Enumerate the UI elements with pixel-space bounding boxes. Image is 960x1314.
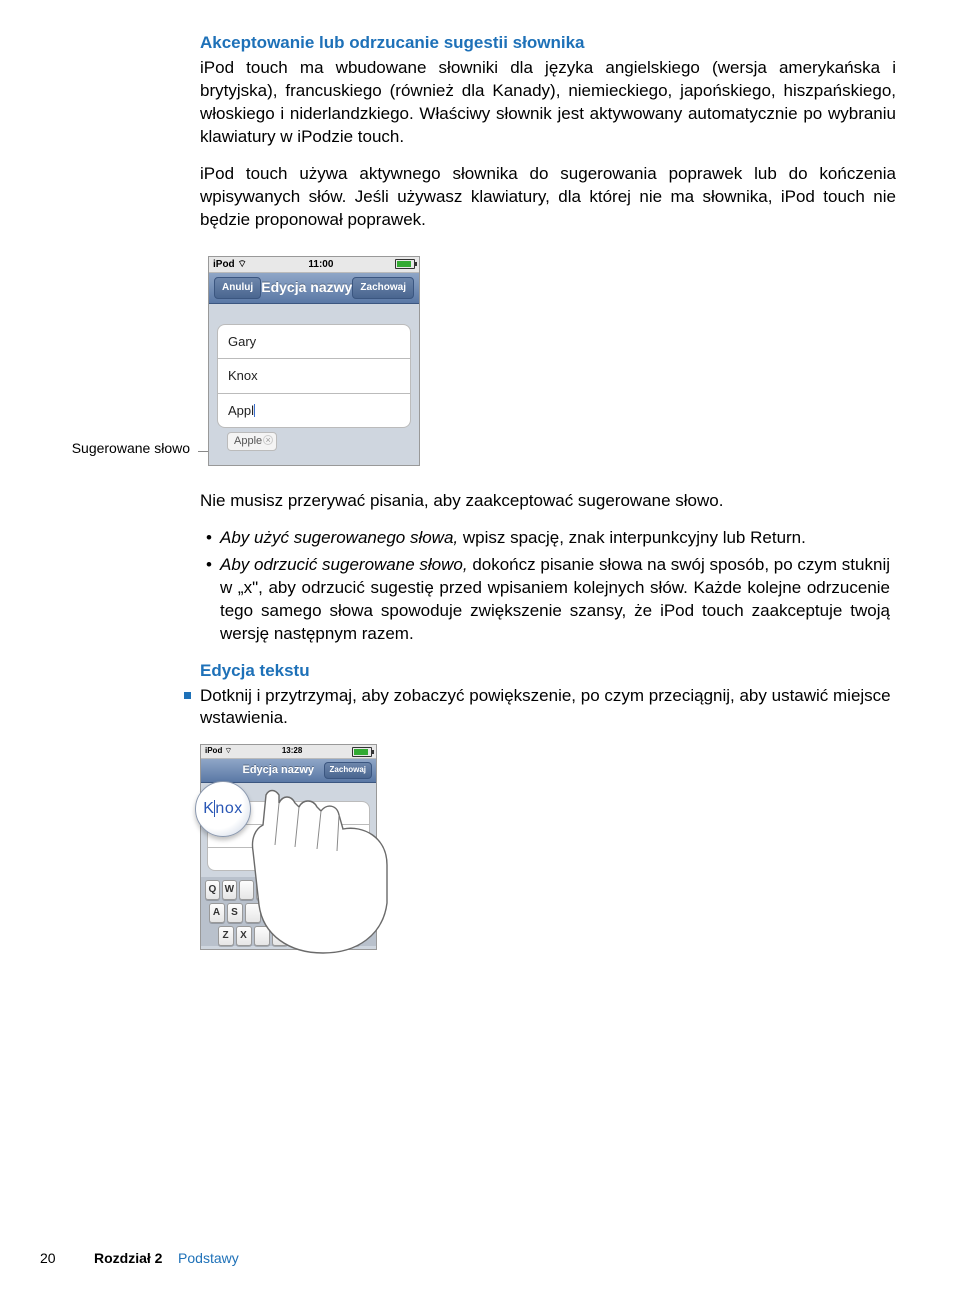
ipod-screenshot-suggestion: iPod ⌔ 11:00 Anuluj Edycja nazwy Zachowa… — [208, 256, 420, 466]
key[interactable] — [256, 880, 271, 900]
bullet-reject: Aby odrzucić sugerowane słowo, dokończ p… — [212, 554, 890, 646]
bullet-lead: Aby odrzucić sugerowane słowo, — [220, 555, 468, 574]
key[interactable]: O — [340, 880, 355, 900]
key[interactable] — [290, 880, 305, 900]
status-time: 11:00 — [308, 258, 333, 272]
battery-icon — [352, 747, 372, 757]
key[interactable] — [335, 903, 351, 923]
key[interactable] — [344, 926, 360, 946]
figure-caption-suggested-word: Sugerowane słowo — [20, 439, 198, 466]
loupe-text: Knox — [203, 798, 242, 820]
key[interactable] — [245, 903, 261, 923]
figure-edit-text: iPod ⌔ 13:28 Edycja nazwy Zachowaj Knox … — [200, 744, 900, 950]
dismiss-suggestion-icon[interactable]: × — [263, 435, 273, 445]
suggestion-text: Apple — [234, 435, 262, 447]
key[interactable] — [254, 926, 270, 946]
key[interactable] — [272, 926, 288, 946]
save-button[interactable]: Zachowaj — [352, 277, 414, 299]
key[interactable] — [273, 880, 288, 900]
cancel-button[interactable]: Anuluj — [214, 277, 261, 299]
key[interactable] — [299, 903, 315, 923]
key[interactable] — [263, 903, 279, 923]
wifi-icon: ⌔ — [237, 259, 246, 270]
status-time: 13:28 — [282, 746, 302, 757]
key[interactable] — [326, 926, 342, 946]
status-bar: iPod ⌔ 11:00 — [209, 257, 419, 274]
key[interactable]: X — [236, 926, 252, 946]
figure-suggestion: Sugerowane słowo iPod ⌔ 11:00 Anuluj Edy… — [20, 256, 900, 466]
key[interactable] — [306, 880, 321, 900]
key[interactable]: P — [357, 880, 372, 900]
nav-bar: Anuluj Edycja nazwy Zachowaj — [209, 273, 419, 304]
paragraph-dictionary-usage: iPod touch używa aktywnego słownika do s… — [200, 163, 896, 232]
kb-row-3: Z X — [205, 926, 372, 946]
battery-icon — [395, 259, 415, 269]
page-number: 20 — [40, 1249, 70, 1268]
section-heading-dictionary: Akceptowanie lub odrzucanie sugestii sło… — [200, 32, 900, 55]
autocorrect-suggestion[interactable]: Apple × — [227, 432, 277, 451]
first-name-field[interactable]: Gary — [217, 324, 411, 359]
status-bar: iPod ⌔ 13:28 — [201, 745, 376, 759]
caption-leader-line — [198, 451, 208, 452]
page-footer: 20 Rozdział 2 Podstawy — [40, 1243, 900, 1268]
key[interactable] — [290, 926, 306, 946]
text-loupe: Knox — [195, 781, 251, 837]
kb-row-2: A S — [205, 903, 372, 923]
key[interactable]: W — [222, 880, 237, 900]
company-field[interactable]: Appl — [217, 394, 411, 429]
nav-bar: Edycja nazwy Zachowaj — [201, 759, 376, 783]
paragraph-dictionary-intro: iPod touch ma wbudowane słowniki dla jęz… — [200, 57, 896, 149]
kb-row-1: Q W O P — [205, 880, 372, 900]
save-button[interactable]: Zachowaj — [324, 762, 372, 779]
chapter-label: Rozdział 2 — [94, 1250, 162, 1266]
key[interactable]: S — [227, 903, 243, 923]
key[interactable] — [281, 903, 297, 923]
key[interactable]: Z — [218, 926, 234, 946]
last-name-field[interactable]: Knox — [217, 358, 411, 394]
section-heading-edit-text: Edycja tekstu — [200, 660, 900, 683]
bullet-rest: wpisz spację, znak interpunkcyjny lub Re… — [458, 528, 806, 547]
form-area: Gary Knox Appl Apple × — [209, 304, 419, 465]
bullet-lead: Aby użyć sugerowanego słowa, — [220, 528, 458, 547]
onscreen-keyboard[interactable]: Q W O P A S — [201, 877, 376, 946]
company-field[interactable] — [207, 848, 370, 871]
key[interactable] — [317, 903, 333, 923]
status-carrier: iPod ⌔ — [205, 746, 232, 757]
paragraph-no-interrupt: Nie musisz przerywać pisania, aby zaakce… — [200, 490, 900, 513]
key[interactable] — [239, 880, 254, 900]
form-area: Knox — [201, 783, 376, 877]
key[interactable]: A — [209, 903, 225, 923]
status-carrier: iPod ⌔ — [213, 258, 247, 272]
key[interactable]: Q — [205, 880, 220, 900]
paragraph-edit-text: Dotknij i przytrzymaj, aby zobaczyć powi… — [200, 685, 896, 731]
ipod-screenshot-loupe: iPod ⌔ 13:28 Edycja nazwy Zachowaj Knox … — [200, 744, 377, 950]
key[interactable] — [323, 880, 338, 900]
nav-title: Edycja nazwy — [243, 763, 315, 778]
chapter-title: Podstawy — [178, 1250, 239, 1266]
nav-title: Edycja nazwy — [261, 278, 352, 297]
key[interactable] — [308, 926, 324, 946]
bullet-accept: Aby użyć sugerowanego słowa, wpisz spacj… — [212, 527, 890, 550]
key[interactable] — [353, 903, 369, 923]
suggestion-bullet-list: Aby użyć sugerowanego słowa, wpisz spacj… — [200, 527, 890, 646]
